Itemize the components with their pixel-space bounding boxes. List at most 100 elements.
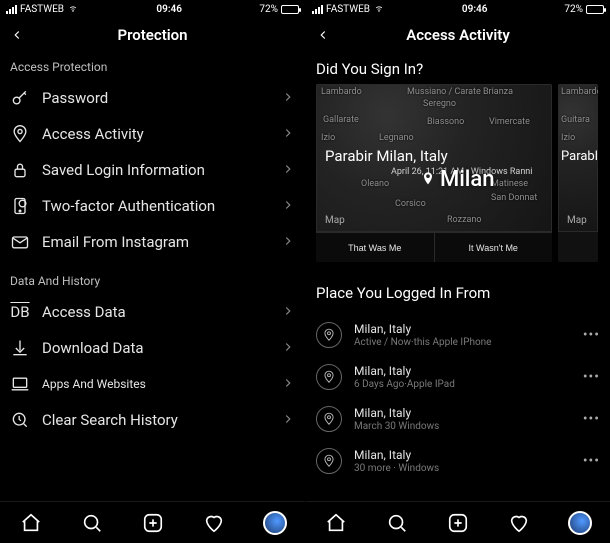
status-bar: FASTWEB 09:46 72% [0,0,305,18]
location-icon [10,124,30,144]
map-label: Izio [561,133,575,143]
more-icon[interactable]: ••• [583,369,600,385]
lock-icon [10,160,30,180]
carrier-label: FASTWEB [326,4,370,15]
row-label: Password [42,89,269,107]
back-icon[interactable] [314,26,332,44]
login-title: Milan, Italy [354,322,571,336]
section-data-history: Data And History [0,266,305,294]
chevron-right-icon [281,339,295,358]
row-label: Saved Login Information [42,161,269,179]
tab-profile-avatar[interactable] [262,510,288,536]
tab-search-icon[interactable] [79,510,105,536]
status-left: FASTWEB [312,3,385,16]
map-label: Rozzano [447,215,482,225]
did-you-sign-in-title: Did You Sign In? [306,52,610,84]
row-label: Download Data [42,339,269,357]
login-sub: Active / Now·this Apple IPhone [354,337,571,348]
laptop-icon [10,374,30,394]
tab-home-icon[interactable] [18,510,44,536]
card-title: Parabir Milan, Italy [325,147,448,165]
row-label: Access Activity [42,125,269,143]
row-email-instagram[interactable]: Email From Instagram [0,224,305,260]
row-access-activity[interactable]: Access Activity [0,116,305,152]
row-label: Access Data [42,303,269,321]
map-label: Guitara [561,115,590,125]
search-history-icon [10,410,30,430]
nav-header: Access Activity [306,18,610,52]
map-label: Mussiano / Carate Brianza [407,87,513,97]
row-label: Apps And Websites [42,377,269,391]
signin-cards[interactable]: Lambardo Mussiano / Carate Brianza Sereg… [306,84,610,262]
map-pin-icon [420,171,436,187]
phone-protection: FASTWEB 09:46 72% Protection Access Prot… [0,0,305,543]
map-label: Biassono [427,117,464,127]
status-left: FASTWEB [6,3,79,16]
card-peek-title: Parable [561,149,598,164]
logged-in-from-title: Place You Logged In From [306,276,610,308]
status-right: 72% [564,4,604,15]
login-row[interactable]: Milan, Italy 6 Days Ago·Apple IPad ••• [316,356,600,398]
row-access-data[interactable]: DB Access Data [0,294,305,330]
it-wasnt-me-button[interactable]: It Wasn't Me [434,232,553,262]
phone-access-activity: FASTWEB 09:46 72% Access Activity Did Yo… [305,0,610,543]
signin-card[interactable]: Lambardo Mussiano / Carate Brianza Sereg… [316,84,552,262]
login-row[interactable]: Milan, Italy March 30 Windows ••• [316,398,600,440]
row-label: Email From Instagram [42,233,269,251]
map-label: Oleano [361,179,389,189]
tab-add-icon[interactable] [445,510,471,536]
map-label: Seregno [423,99,456,109]
key-icon [10,88,30,108]
chevron-right-icon [281,411,295,430]
back-icon[interactable] [8,26,26,44]
more-icon[interactable]: ••• [583,411,600,427]
this-was-me-button[interactable]: That Was Me [316,232,434,262]
tab-profile-avatar[interactable] [567,510,593,536]
map-label: Legnano [379,133,414,143]
chevron-right-icon [281,375,295,394]
tab-activity-icon[interactable] [506,510,532,536]
status-time: 09:46 [79,4,259,15]
more-icon[interactable]: ••• [583,453,600,469]
map-thumbnail: Lambardo Mussiano / Carate Brianza Sereg… [316,84,552,232]
login-list: Milan, Italy Active / Now·this Apple IPh… [306,308,610,482]
status-time: 09:46 [385,4,564,15]
row-clear-search[interactable]: Clear Search History [0,402,305,438]
chevron-right-icon [281,89,295,108]
row-password[interactable]: Password [0,80,305,116]
tab-activity-icon[interactable] [201,510,227,536]
map-label: Vimercate [489,117,530,127]
map-city-label: Milan [420,167,495,192]
battery-icon [586,5,604,14]
row-download-data[interactable]: Download Data [0,330,305,366]
row-saved-login[interactable]: Saved Login Information [0,152,305,188]
map-label: San Donnat [491,193,537,203]
tab-home-icon[interactable] [323,510,349,536]
page-title: Access Activity [332,26,584,44]
map-label: Lambardo [561,87,598,97]
signal-icon [312,5,323,14]
chevron-right-icon [281,197,295,216]
login-title: Milan, Italy [354,406,571,420]
row-two-factor[interactable]: Two-factor Authentication [0,188,305,224]
wifi-icon [67,3,79,16]
tab-bar [0,501,305,543]
map-label: Corsico [395,199,426,209]
apple-maps-attribution: Map [565,215,587,226]
shield-phone-icon [10,196,30,216]
more-icon[interactable]: ••• [583,327,600,343]
battery-icon [281,5,299,14]
login-title: Milan, Italy [354,364,571,378]
login-row[interactable]: Milan, Italy Active / Now·this Apple IPh… [316,314,600,356]
database-icon: DB [10,302,30,322]
map-label: Lambardo [321,87,362,97]
tab-search-icon[interactable] [384,510,410,536]
signin-card-peek[interactable]: Lambardo Guitara Izio Parable Map [558,84,598,262]
row-apps-websites[interactable]: Apps And Websites [0,366,305,402]
location-pin-icon [316,406,342,432]
login-sub: 6 Days Ago·Apple IPad [354,379,571,390]
chevron-right-icon [281,125,295,144]
tab-add-icon[interactable] [140,510,166,536]
login-row[interactable]: Milan, Italy 30 more · Windows ••• [316,440,600,482]
status-bar: FASTWEB 09:46 72% [306,0,610,18]
